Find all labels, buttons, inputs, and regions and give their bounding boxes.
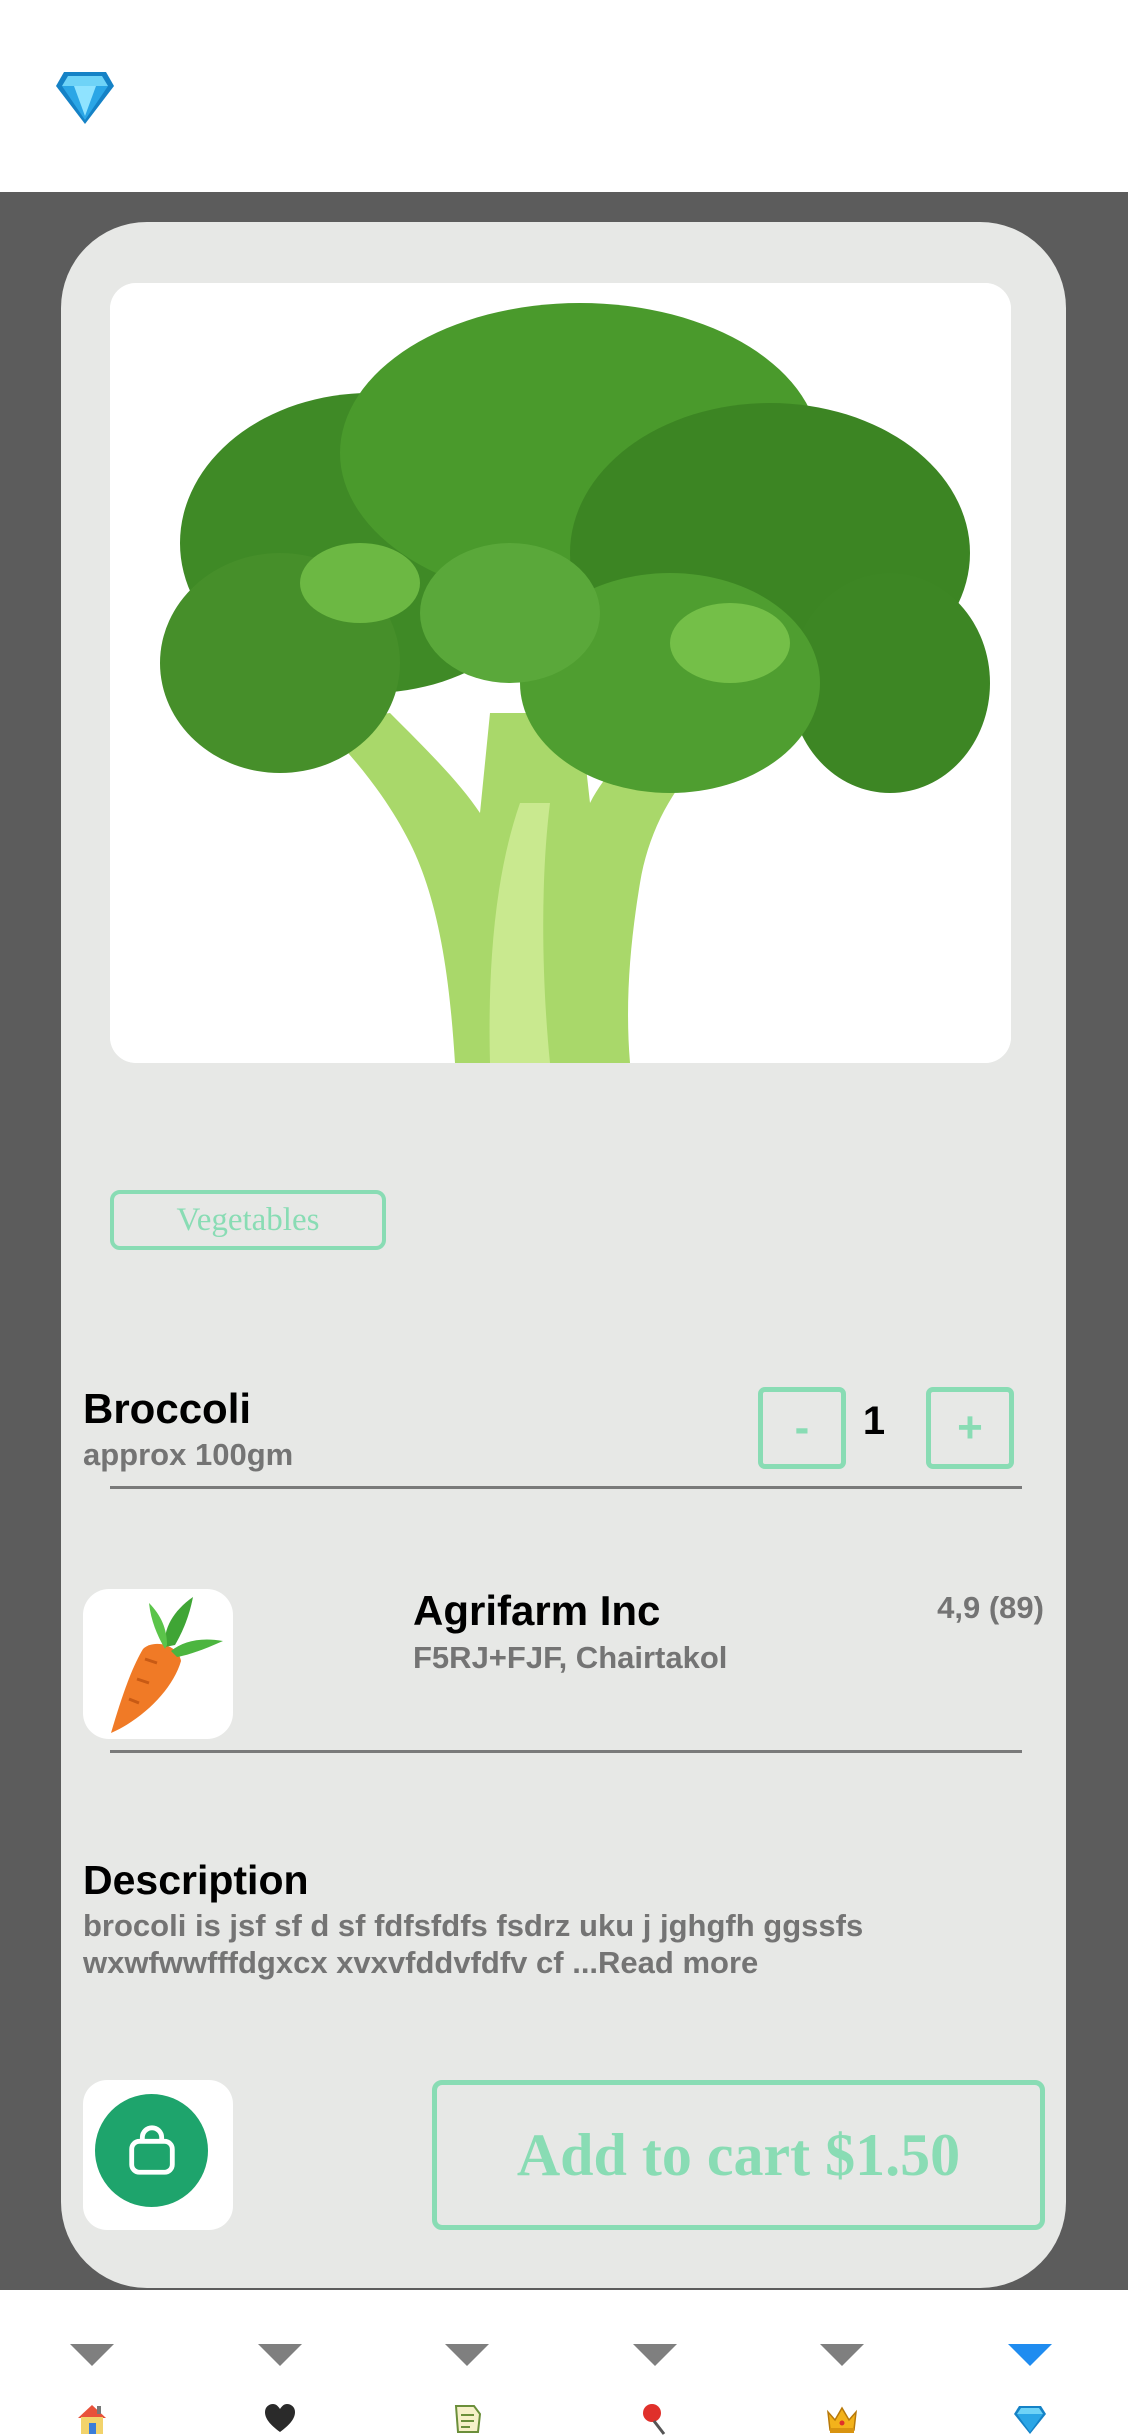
receipt-icon (454, 2405, 482, 2433)
product-card: Vegetables Broccoli approx 100gm - 1 + A… (61, 222, 1066, 2288)
product-name: Broccoli (83, 1385, 252, 1432)
chevron-down-icon (633, 2344, 677, 2366)
increment-button[interactable]: + (926, 1387, 1014, 1469)
seller-rating: 4,9 (89) (937, 1590, 1044, 1625)
bag-button[interactable] (83, 2080, 233, 2230)
gem-icon[interactable] (54, 66, 116, 128)
crown-icon (826, 2406, 858, 2433)
divider (110, 1486, 1022, 1489)
quantity-value: 1 (862, 1399, 886, 1443)
shopping-bag-icon (128, 2124, 175, 2175)
add-to-cart-button[interactable]: Add to cart $1.50 (432, 2080, 1045, 2230)
bag-circle (95, 2094, 208, 2207)
carrot-icon[interactable] (83, 1589, 233, 1739)
decrement-button[interactable]: - (758, 1387, 846, 1469)
nav-item-rewards[interactable] (812, 2290, 872, 2436)
seller-address: F5RJ+FJF, Chairtakol (413, 1640, 728, 1675)
chevron-down-icon (258, 2344, 302, 2366)
seller-name[interactable]: Agrifarm Inc (413, 1587, 660, 1635)
broccoli-image (110, 283, 1011, 1063)
nav-item-location[interactable] (625, 2290, 685, 2436)
description-title: Description (83, 1857, 309, 1903)
chevron-down-icon (1008, 2344, 1052, 2366)
chevron-down-icon (820, 2344, 864, 2366)
heart-icon (265, 2404, 295, 2432)
nav-item-favorites[interactable] (250, 2290, 310, 2436)
pin-icon (643, 2404, 666, 2435)
chevron-down-icon (70, 2344, 114, 2366)
house-icon (78, 2405, 106, 2434)
divider (110, 1750, 1022, 1753)
description-text[interactable]: brocoli is jsf sf d sf fdfsfdfs fsdrz uk… (83, 1907, 983, 1981)
chevron-down-icon (445, 2344, 489, 2366)
top-bar (0, 0, 1128, 192)
nav-item-home[interactable] (62, 2290, 122, 2436)
bottom-nav (0, 2290, 1128, 2436)
nav-item-premium[interactable] (1000, 2290, 1060, 2436)
product-weight: approx 100gm (83, 1437, 294, 1472)
category-tag[interactable]: Vegetables (110, 1190, 386, 1250)
gem-icon (1014, 2406, 1046, 2434)
nav-item-orders[interactable] (437, 2290, 497, 2436)
page-backdrop: Vegetables Broccoli approx 100gm - 1 + A… (0, 192, 1128, 2290)
